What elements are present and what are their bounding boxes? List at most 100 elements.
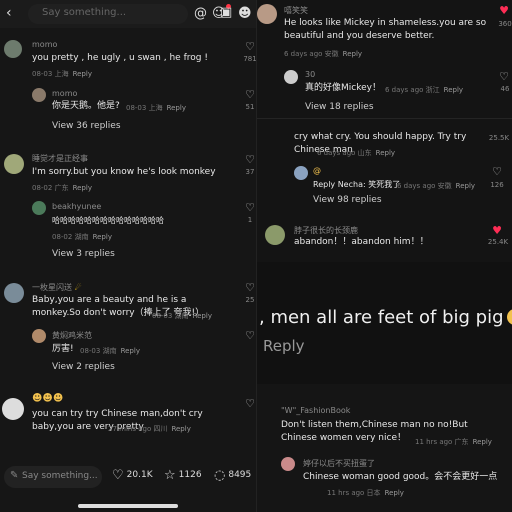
comment-stat[interactable]: ◌ 8495: [214, 468, 251, 483]
view-replies-link[interactable]: View 36 replies: [52, 121, 121, 131]
reply-link[interactable]: Reply: [73, 70, 92, 78]
emoji-icon[interactable]: ☻: [238, 6, 252, 21]
comment-author[interactable]: 一枚星闪送 ☄: [32, 282, 82, 293]
comment-text: I'm sorry.but you know he's look monkey: [32, 167, 216, 177]
image-icon[interactable]: ▣: [220, 5, 232, 20]
favorite-stat[interactable]: ☆ 1126: [164, 468, 202, 483]
reply-link[interactable]: Reply: [93, 233, 112, 241]
comment-meta: 11 hrs ago 日本 Reply: [327, 489, 404, 497]
avatar[interactable]: [257, 4, 277, 24]
zoomed-reply-link[interactable]: Reply: [263, 337, 305, 355]
reply-link[interactable]: Reply: [73, 184, 92, 192]
heart-icon[interactable]: ♡: [243, 397, 256, 410]
heart-icon[interactable]: ♡: [243, 201, 256, 214]
comment-author[interactable]: beakhyunee: [52, 202, 101, 211]
heart-icon[interactable]: ♡: [490, 165, 504, 178]
comment-author[interactable]: 脖子很长的长颈鹿: [294, 225, 358, 236]
comment-author[interactable]: 睡觉才是正经事: [32, 153, 88, 164]
like-count: 126: [490, 181, 504, 189]
thread-separator: [257, 118, 512, 119]
comment-author[interactable]: 嘻笑笑: [284, 5, 308, 16]
at-icon[interactable]: @: [194, 6, 207, 21]
like-count: 781: [243, 55, 256, 63]
view-replies-link[interactable]: View 2 replies: [52, 362, 115, 372]
emoji-username[interactable]: ☻☻☻: [32, 393, 63, 404]
like-count: 37: [245, 168, 255, 176]
heart-icon[interactable]: ♥: [497, 4, 511, 17]
comment-meta: 08-03 湖南 Reply: [80, 347, 140, 355]
avatar[interactable]: [294, 166, 308, 180]
like-stat[interactable]: ♡ 20.1K: [112, 468, 153, 483]
avatar[interactable]: [4, 154, 24, 174]
left-comments-panel: ‹ Say something... @ ☺ ▣ ☻ momo you pret…: [0, 0, 256, 512]
comet-emoji: ☄: [74, 283, 82, 292]
reply-link[interactable]: Reply: [456, 182, 475, 190]
heart-icon[interactable]: ♡: [243, 329, 256, 342]
comment-text: 厉害!: [52, 344, 74, 354]
comment-meta: 6 days ago 浙江 Reply: [385, 86, 464, 94]
like-count: 360: [498, 20, 512, 28]
comment-meta: 08-03 湖南 Reply: [152, 312, 212, 320]
comment-meta: 6 days ago 安徽 Reply: [284, 50, 363, 58]
like-count: 25.5K: [488, 134, 510, 142]
comment-text: 你是天鹅。他是?: [52, 101, 120, 111]
comment-meta: 08-03 上海 Reply: [32, 70, 92, 78]
comment-input[interactable]: Say something...: [28, 4, 188, 24]
heart-icon[interactable]: ♡: [243, 153, 256, 166]
chevron-left-icon[interactable]: ‹: [6, 5, 12, 21]
heart-icon: ♡: [112, 468, 124, 483]
comment-author[interactable]: 婷仔以后不买扭蛋了: [303, 458, 375, 469]
avatar[interactable]: [4, 283, 24, 303]
comment-author[interactable]: momo: [32, 40, 57, 49]
view-replies-link[interactable]: View 3 replies: [52, 249, 115, 259]
like-count: 25: [245, 296, 255, 304]
heart-icon[interactable]: ♡: [243, 88, 256, 101]
like-count: 25.4K: [487, 238, 509, 246]
avatar[interactable]: [4, 40, 22, 58]
bottom-action-bar: ✎ Say something... ♡ 20.1K ☆ 1126 ◌ 8495: [0, 460, 256, 512]
comment-author[interactable]: 黄焖鸡米范: [52, 330, 92, 341]
reply-link[interactable]: Reply: [444, 86, 463, 94]
reply-link[interactable]: Reply: [343, 50, 362, 58]
comment-text: abandon！！abandon him！！: [294, 237, 429, 247]
reply-link[interactable]: Reply: [171, 425, 190, 433]
avatar[interactable]: [284, 70, 298, 84]
comment-text: you pretty , he ugly , u swan , he frog …: [32, 53, 208, 63]
heart-icon[interactable]: ♡: [243, 40, 256, 53]
home-indicator: [78, 504, 178, 508]
comment-meta: 6 days ago 山东 Reply: [317, 149, 396, 157]
comment-author[interactable]: @: [313, 166, 321, 175]
reply-link[interactable]: Reply: [193, 312, 212, 320]
reply-link[interactable]: Reply: [167, 104, 186, 112]
avatar[interactable]: [281, 457, 295, 471]
comment-author[interactable]: momo: [52, 89, 77, 98]
comment-text: He looks like Mickey in shameless.you ar…: [284, 18, 487, 41]
comment-author[interactable]: "W"_FashionBook: [281, 406, 350, 415]
avatar[interactable]: [2, 398, 24, 420]
heart-icon[interactable]: ♡: [243, 281, 256, 294]
reply-link[interactable]: Reply: [385, 489, 404, 497]
heart-icon[interactable]: ♡: [497, 70, 511, 83]
reply-link[interactable]: Reply: [376, 149, 395, 157]
bottom-comment-input[interactable]: ✎ Say something...: [4, 466, 102, 488]
right-top-comments-panel: 嘻笑笑 He looks like Mickey in shameless.yo…: [257, 0, 512, 262]
avatar[interactable]: [265, 225, 285, 245]
reply-link[interactable]: Reply: [473, 438, 492, 446]
bottom-input-placeholder: Say something...: [22, 471, 98, 481]
comment-meta: 08-02 广东 Reply: [32, 184, 92, 192]
avatar[interactable]: [32, 329, 46, 343]
heart-icon[interactable]: ♥: [490, 224, 504, 237]
comment-input-bar: ‹ Say something... @ ☺ ▣ ☻: [0, 0, 256, 28]
comment-meta: 6 days ago 安徽 Reply: [397, 182, 476, 190]
zoomed-comment-panel: , men all are feet of big pig Reply: [257, 263, 512, 383]
view-replies-link[interactable]: View 18 replies: [305, 102, 374, 112]
avatar[interactable]: [32, 201, 46, 215]
view-replies-link[interactable]: View 98 replies: [313, 195, 382, 205]
right-bottom-comments-panel: "W"_FashionBook Don't listen them,Chines…: [257, 384, 512, 512]
comment-meta: 27 mins ago 四川 Reply: [108, 425, 191, 433]
comment-input-placeholder: Say something...: [42, 7, 127, 18]
avatar[interactable]: [32, 88, 46, 102]
comment-author[interactable]: 30: [305, 70, 315, 79]
edit-icon: ✎: [10, 470, 19, 481]
reply-link[interactable]: Reply: [121, 347, 140, 355]
